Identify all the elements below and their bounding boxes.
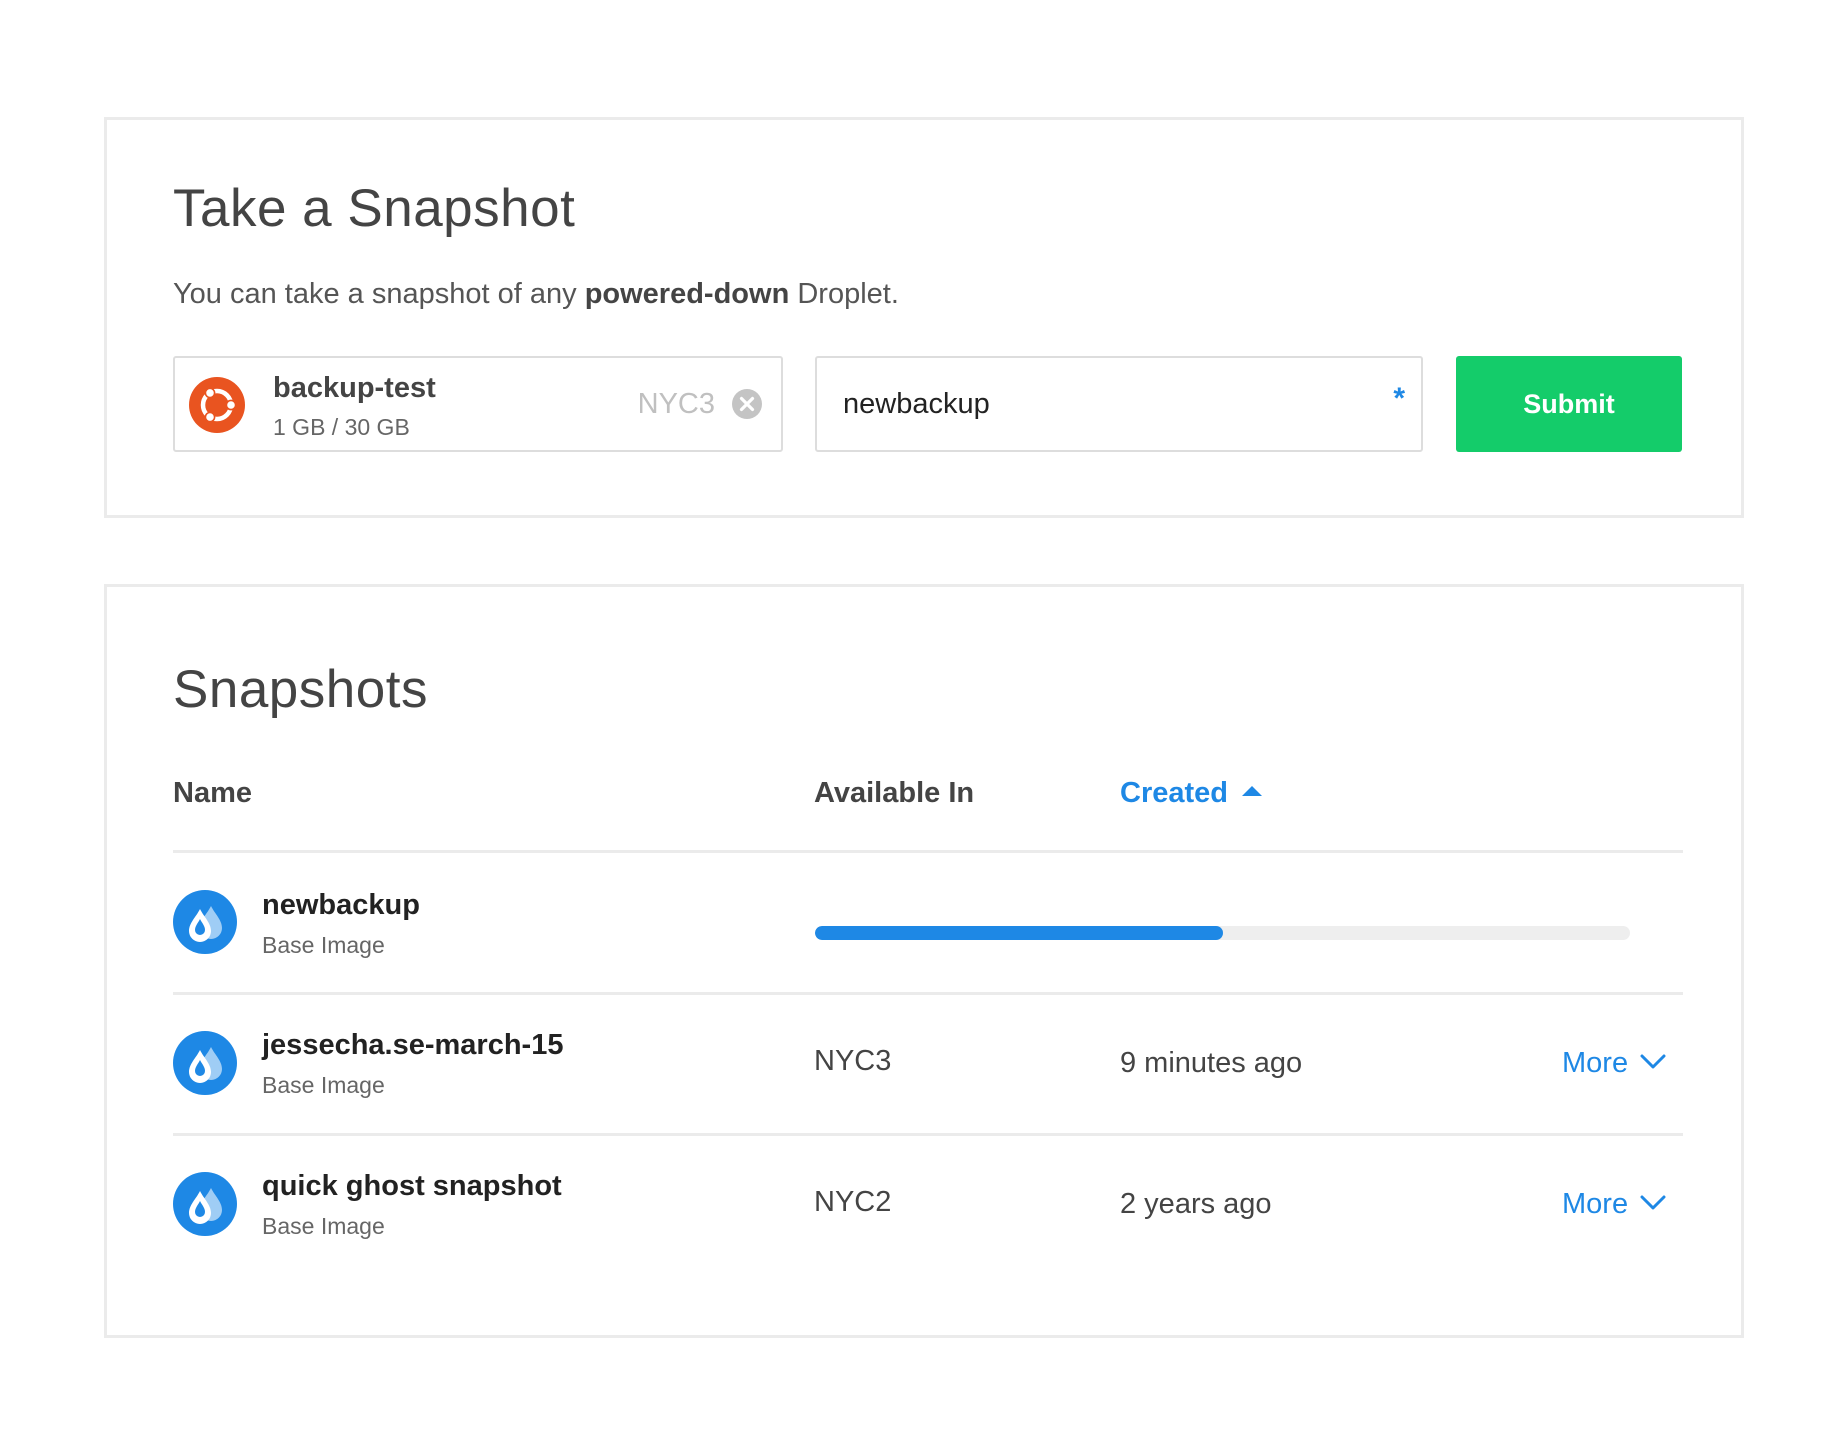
- snapshot-type: Base Image: [262, 1213, 385, 1239]
- clear-selection-icon[interactable]: [731, 388, 763, 420]
- snapshots-title: Snapshots: [173, 660, 428, 719]
- snapshot-name-field: *: [815, 356, 1423, 452]
- droplet-size: 1 GB / 30 GB: [273, 414, 410, 440]
- column-header-available-in[interactable]: Available In: [814, 777, 974, 810]
- droplet-selector[interactable]: backup-test 1 GB / 30 GB NYC3: [173, 356, 783, 452]
- more-menu-button[interactable]: More: [1562, 1188, 1666, 1221]
- droplet-name: backup-test: [273, 372, 436, 404]
- chevron-down-icon: [1640, 1054, 1666, 1069]
- take-snapshot-title: Take a Snapshot: [173, 179, 576, 238]
- sort-ascending-icon: [1242, 786, 1262, 796]
- snapshot-type: Base Image: [262, 1072, 385, 1098]
- more-label: More: [1562, 1188, 1629, 1220]
- row-divider: [173, 1133, 1683, 1136]
- snapshot-progress-bar: [815, 926, 1630, 940]
- snapshot-type: Base Image: [262, 932, 385, 958]
- column-header-created-label: Created: [1120, 777, 1228, 809]
- description-prefix: You can take a snapshot of any: [173, 278, 585, 310]
- more-label: More: [1562, 1047, 1629, 1079]
- snapshot-created: 2 years ago: [1120, 1188, 1272, 1220]
- droplet-region: NYC3: [637, 388, 715, 420]
- snapshot-region: NYC3: [814, 1045, 892, 1077]
- snapshot-region: NYC2: [814, 1186, 892, 1218]
- snapshot-name: quick ghost snapshot: [262, 1170, 562, 1202]
- header-divider: [173, 850, 1683, 853]
- description-suffix: Droplet.: [789, 278, 899, 310]
- snapshot-name-input[interactable]: [843, 378, 1343, 430]
- snapshot-droplet-icon: [173, 890, 237, 954]
- submit-button[interactable]: Submit: [1456, 356, 1682, 452]
- take-snapshot-panel: Take a Snapshot You can take a snapshot …: [104, 117, 1744, 518]
- snapshot-droplet-icon: [173, 1031, 237, 1095]
- snapshot-droplet-icon: [173, 1172, 237, 1236]
- column-header-created[interactable]: Created: [1120, 777, 1262, 810]
- column-header-name[interactable]: Name: [173, 777, 252, 810]
- required-marker: *: [1393, 382, 1405, 415]
- snapshot-name: jessecha.se-march-15: [262, 1029, 564, 1061]
- snapshot-created: 9 minutes ago: [1120, 1047, 1303, 1079]
- description-bold: powered-down: [584, 278, 790, 310]
- ubuntu-icon: [189, 377, 245, 433]
- snapshot-progress-fill: [815, 926, 1223, 940]
- snapshots-panel: Snapshots Name Available In Created newb…: [104, 584, 1744, 1338]
- take-snapshot-description: You can take a snapshot of any powered-d…: [173, 278, 899, 311]
- row-divider: [173, 992, 1683, 995]
- chevron-down-icon: [1640, 1195, 1666, 1210]
- more-menu-button[interactable]: More: [1562, 1047, 1666, 1080]
- snapshot-name: newbackup: [262, 889, 420, 921]
